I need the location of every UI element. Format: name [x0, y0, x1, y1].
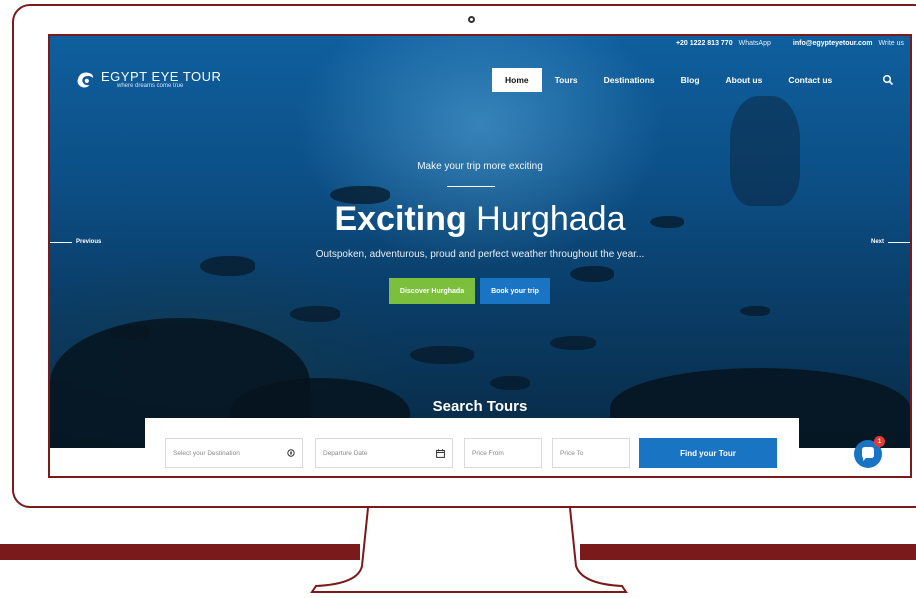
price-from-placeholder: Price From [472, 449, 504, 457]
destination-select[interactable]: Select your Destination [165, 438, 303, 468]
nav-about-us[interactable]: About us [713, 68, 776, 92]
monitor-stand [310, 507, 628, 593]
departure-date-field[interactable]: Departure Date [315, 438, 453, 468]
hero-title: Exciting Hurghada [50, 199, 910, 239]
fish-shape [570, 266, 614, 282]
price-to-field[interactable]: Price To [552, 438, 630, 468]
discover-hurghada-button[interactable]: Discover Hurghada [389, 278, 475, 304]
prev-label: Previous [76, 239, 102, 245]
hero-subtitle: Outspoken, adventurous, proud and perfec… [315, 249, 645, 260]
top-contact-bar: +20 1222 813 770 WhatsApp info@egypteyet… [676, 40, 904, 47]
hero-title-light: Hurghada [476, 200, 626, 238]
nav-home[interactable]: Home [492, 68, 542, 92]
compass-icon [287, 449, 295, 457]
next-label: Next [870, 239, 884, 245]
search-tours-heading: Search Tours [432, 398, 528, 415]
slider-next-button[interactable]: Next [871, 239, 910, 245]
whatsapp-link[interactable]: WhatsApp [739, 40, 771, 47]
main-nav: Home Tours Destinations Blog About us Co… [492, 68, 845, 92]
hero-title-bold: Exciting [334, 200, 467, 238]
slider-prev-button[interactable]: Previous [50, 239, 101, 245]
write-us-link[interactable]: Write us [878, 40, 904, 47]
destination-placeholder: Select your Destination [173, 449, 240, 457]
fish-shape [490, 376, 530, 390]
fish-shape [550, 336, 596, 350]
nav-destinations[interactable]: Destinations [591, 68, 668, 92]
search-icon[interactable] [882, 74, 894, 86]
logo-title: EGYPT EYE TOUR [101, 68, 222, 84]
fish-shape [740, 306, 770, 316]
find-tour-button[interactable]: Find your Tour [639, 438, 777, 468]
hero-divider [447, 186, 495, 187]
book-trip-button[interactable]: Book your trip [480, 278, 550, 304]
chat-notification-badge: 1 [874, 436, 885, 447]
diver-silhouette [730, 96, 800, 206]
prev-line-icon [50, 241, 72, 243]
fish-shape [290, 306, 340, 322]
price-to-placeholder: Price To [560, 449, 584, 457]
price-from-field[interactable]: Price From [464, 438, 542, 468]
fish-shape [410, 346, 474, 364]
phone-number[interactable]: +20 1222 813 770 [676, 40, 733, 47]
eye-logo-icon [77, 72, 94, 88]
calendar-icon [436, 448, 445, 458]
next-line-icon [888, 241, 910, 243]
nav-tours[interactable]: Tours [542, 68, 591, 92]
hero-slider: +20 1222 813 770 WhatsApp info@egypteyet… [50, 36, 910, 448]
camera-icon [468, 16, 475, 23]
nav-blog[interactable]: Blog [668, 68, 713, 92]
date-placeholder: Departure Date [323, 449, 368, 457]
email-link[interactable]: info@egypteyetour.com [793, 40, 873, 47]
browser-screen: +20 1222 813 770 WhatsApp info@egypteyet… [48, 34, 912, 478]
site-logo[interactable]: EGYPT EYE TOUR where dreams come true [74, 68, 221, 90]
nav-contact-us[interactable]: Contact us [775, 68, 845, 92]
hero-kicker: Make your trip more exciting [417, 161, 543, 172]
tour-search-form: Select your Destination Departure Date P… [145, 418, 799, 476]
